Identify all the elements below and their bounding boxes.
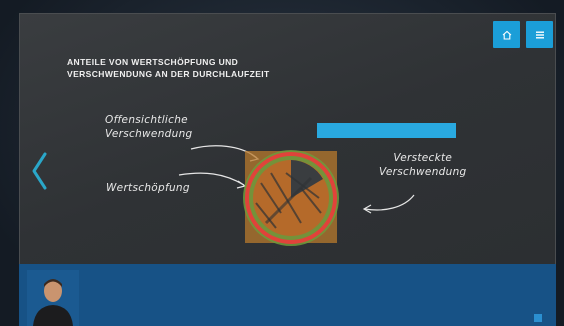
trainer-info-bar [19, 264, 556, 326]
arrow-hidden-waste [364, 194, 415, 211]
chalkboard-slide: ANTEILE VON WERTSCHÖPFUNG UND VERSCHWEND… [19, 13, 556, 326]
trainer-avatar [27, 270, 79, 326]
presentation-frame: ANTEILE VON WERTSCHÖPFUNG UND VERSCHWEND… [0, 0, 564, 326]
infobar-toggle-button[interactable] [534, 314, 542, 322]
trainer-photo [27, 270, 79, 326]
waste-value-chalk-diagram [243, 150, 339, 246]
